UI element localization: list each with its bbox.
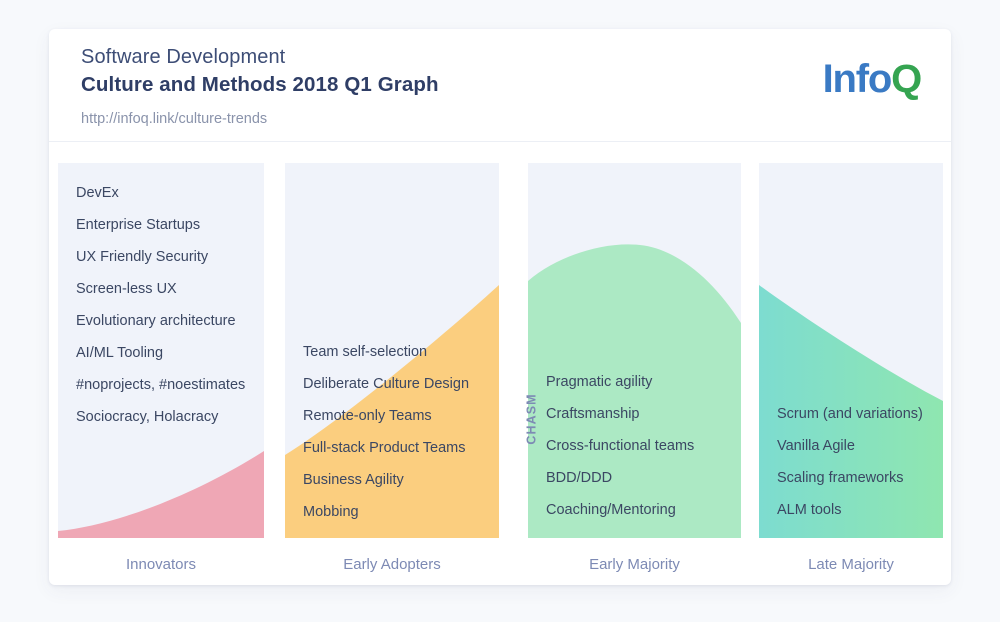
axis-label-innovators: Innovators bbox=[125, 556, 197, 573]
list-item: Scaling frameworks bbox=[777, 470, 904, 486]
list-item: BDD/DDD bbox=[546, 470, 613, 486]
adoption-curve-card: Software Development Culture and Methods… bbox=[49, 29, 951, 585]
list-item: Evolutionary architecture bbox=[76, 313, 236, 329]
innovators-item-list: DevEx Enterprise Startups UX Friendly Se… bbox=[76, 184, 254, 427]
list-item: Business Agility bbox=[303, 472, 404, 488]
infographic-canvas: Software Development Culture and Methods… bbox=[0, 0, 1000, 622]
list-item: Cross-functional teams bbox=[546, 438, 695, 454]
axis-label-early-adopters: Early Adopters bbox=[343, 556, 441, 573]
column-early-majority: Pragmatic agility Craftsmanship Cross-fu… bbox=[528, 163, 741, 538]
logo-info-text: Info bbox=[822, 57, 893, 101]
logo-q-text: Q bbox=[891, 57, 922, 101]
list-item: Vanilla Agile bbox=[777, 438, 855, 454]
axis-label-early-majority: Early Majority bbox=[589, 556, 680, 573]
list-item: Screen-less UX bbox=[76, 281, 177, 297]
card-header: Software Development Culture and Methods… bbox=[49, 29, 951, 142]
list-item: ALM tools bbox=[777, 502, 842, 518]
list-item: Craftsmanship bbox=[546, 406, 640, 422]
category-axis: Innovators Early Adopters Early Majority… bbox=[49, 554, 951, 584]
source-url[interactable]: http://infoq.link/culture-trends bbox=[81, 109, 439, 129]
list-item: AI/ML Tooling bbox=[76, 345, 164, 361]
subtitle-text: Software Development bbox=[81, 46, 286, 68]
list-item: Enterprise Startups bbox=[76, 217, 201, 233]
column-innovators: DevEx Enterprise Startups UX Friendly Se… bbox=[58, 163, 264, 538]
adoption-curve-chart: DevEx Enterprise Startups UX Friendly Se… bbox=[49, 142, 951, 585]
chasm-label: CHASM bbox=[506, 393, 539, 444]
list-item: Sociocracy, Holacracy bbox=[76, 409, 219, 425]
list-item: UX Friendly Security bbox=[76, 249, 209, 265]
early-majority-item-list: Pragmatic agility Craftsmanship Cross-fu… bbox=[546, 373, 731, 520]
page-title: Culture and Methods 2018 Q1 Graph bbox=[81, 73, 439, 96]
list-item: Scrum (and variations) bbox=[777, 406, 923, 422]
early-adopters-item-list: Team self-selection Deliberate Culture D… bbox=[303, 343, 489, 522]
column-late-majority: Scrum (and variations) Vanilla Agile Sca… bbox=[759, 163, 943, 538]
chasm-label-text: CHASM bbox=[524, 393, 539, 445]
title-block: Software Development Culture and Methods… bbox=[81, 43, 439, 129]
list-item: Deliberate Culture Design bbox=[303, 376, 470, 392]
infoq-logo[interactable]: InfoQ bbox=[822, 56, 923, 102]
list-item: Team self-selection bbox=[303, 344, 428, 360]
list-item: Coaching/Mentoring bbox=[546, 502, 676, 518]
list-item: Remote-only Teams bbox=[303, 408, 432, 424]
column-early-adopters: Team self-selection Deliberate Culture D… bbox=[285, 163, 499, 538]
list-item: Pragmatic agility bbox=[546, 374, 653, 390]
axis-label-late-majority: Late Majority bbox=[808, 556, 894, 573]
list-item: Full-stack Product Teams bbox=[303, 440, 466, 456]
list-item: Mobbing bbox=[303, 504, 359, 520]
list-item: #noprojects, #noestimates bbox=[76, 377, 246, 393]
late-majority-item-list: Scrum (and variations) Vanilla Agile Sca… bbox=[777, 405, 933, 520]
list-item: DevEx bbox=[76, 185, 119, 201]
